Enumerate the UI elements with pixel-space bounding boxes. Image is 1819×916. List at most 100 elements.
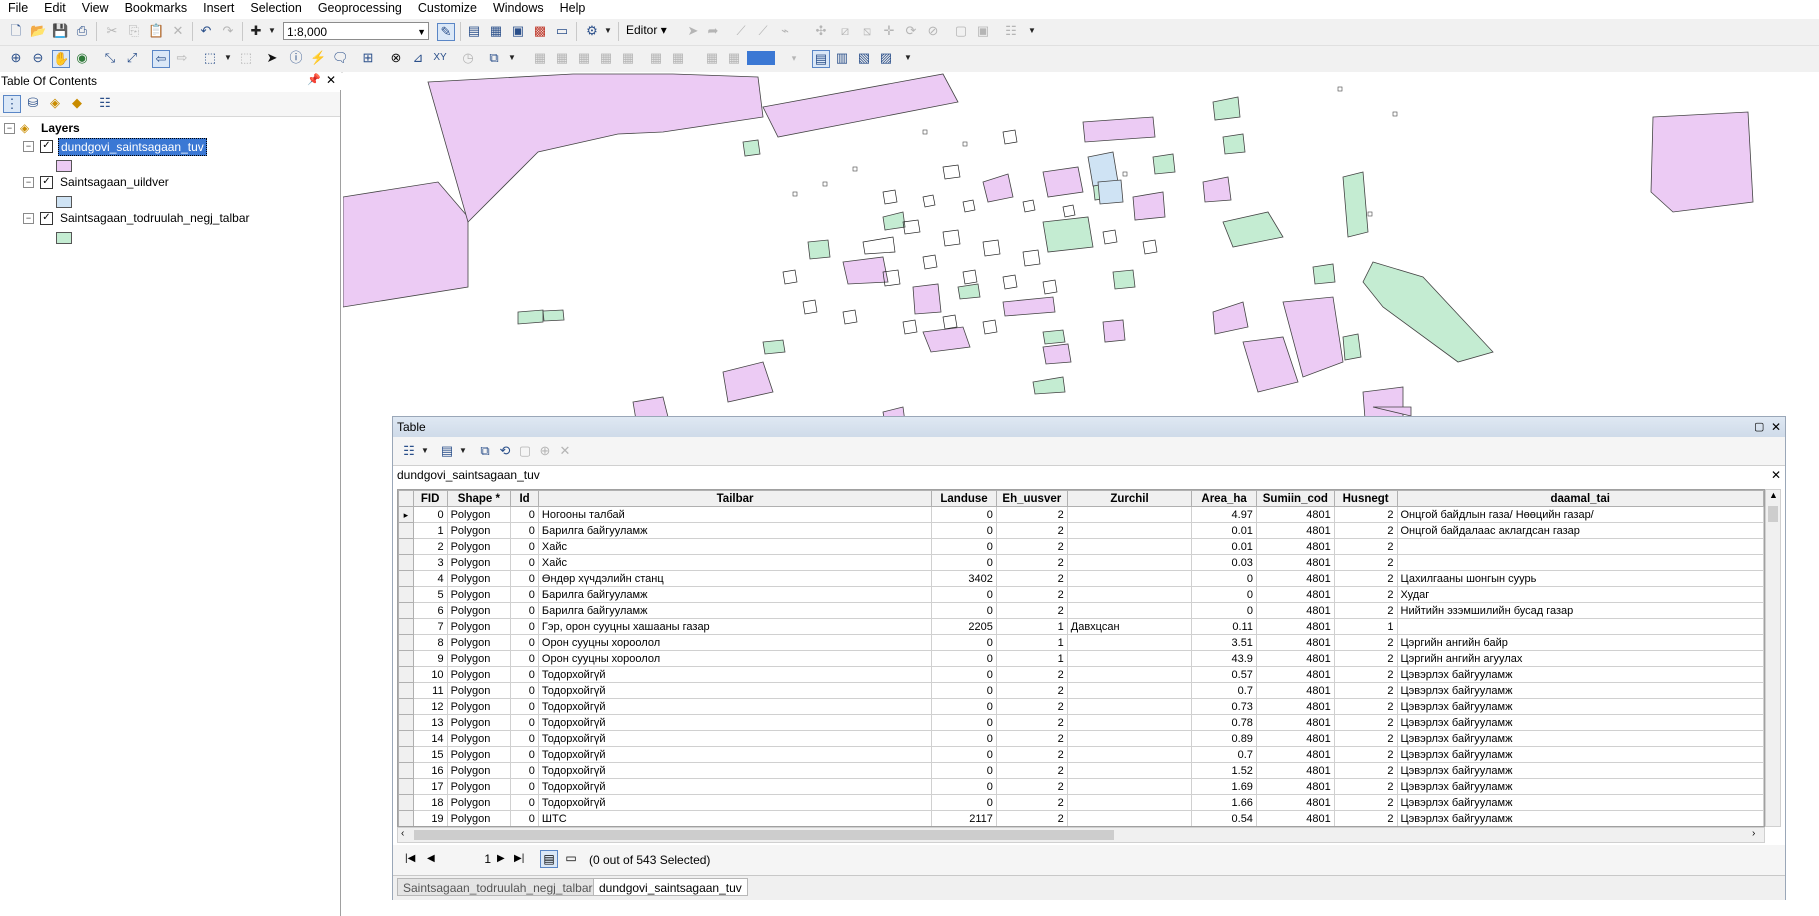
related-tables-icon[interactable]: ▤ [439, 443, 455, 459]
print-icon[interactable]: ⎙ [74, 23, 90, 39]
table-cell[interactable]: 0 [510, 618, 539, 635]
table-cell[interactable]: 0.7 [1191, 682, 1257, 699]
table-cell[interactable]: 4801 [1255, 714, 1335, 731]
table-cell[interactable]: Polygon [446, 746, 512, 763]
table-cell[interactable]: Polygon [446, 618, 512, 635]
table-cell[interactable]: 0.03 [1191, 554, 1257, 571]
toc-options-icon[interactable]: ☷ [97, 95, 113, 111]
table-cell[interactable]: 2 [1333, 714, 1398, 731]
table-cell[interactable]: 2 [995, 602, 1068, 619]
table-cell[interactable]: 0 [931, 554, 997, 571]
table-cell[interactable]: 2 [1333, 650, 1398, 667]
table-cell[interactable]: Polygon [446, 538, 512, 555]
create-features-icon[interactable]: ▣ [975, 23, 991, 39]
layer-visibility-checkbox[interactable]: ✓ [40, 176, 53, 189]
table-cell[interactable]: Тодорхойгүй [537, 714, 933, 731]
table-cell[interactable]: 0.01 [1191, 538, 1257, 555]
python-window-icon[interactable]: ▭ [554, 23, 570, 39]
toolbox-icon[interactable]: ▩ [532, 23, 548, 39]
attribute-grid[interactable]: FID Shape * Id Tailbar Landuse Eh_uusver… [397, 489, 1765, 827]
table-cell[interactable] [1066, 762, 1193, 779]
scale-dropdown-icon[interactable]: ▼ [417, 23, 426, 41]
table-row[interactable]: 8 Polygon 0 Орон сууцны хороолол 0 1 3.51 4801 2… [398, 634, 1764, 651]
scroll-up-icon[interactable]: ▲ [1769, 490, 1778, 500]
row-selector[interactable] [398, 682, 414, 699]
table-cell[interactable]: Polygon [446, 554, 512, 571]
table-row[interactable]: 4 Polygon 0 Өндөр хүчдэлийн станц 3402 2 0 4801… [398, 570, 1764, 587]
table-cell[interactable]: 2 [1333, 522, 1398, 539]
georef-tool-3-icon[interactable]: ▦ [576, 50, 592, 66]
georef-tool-5-icon[interactable]: ▦ [620, 50, 636, 66]
table-row[interactable]: 2 Polygon 0 Хайс 0 2 0.01 4801 2 [398, 538, 1764, 555]
catalog-window-icon[interactable]: ▤ [466, 23, 482, 39]
split-icon[interactable]: ✛ [881, 23, 897, 39]
table-cell[interactable] [1066, 746, 1193, 763]
table-cell[interactable]: Цэвэрлэх байгууламж [1396, 666, 1764, 683]
table-row[interactable]: 13 Polygon 0 Тодорхойгүй 0 2 0.78 4801 2 Цэвэрлэх… [398, 714, 1764, 731]
table-cell[interactable]: 4801 [1255, 778, 1335, 795]
table-cell[interactable]: Цэвэрлэх байгууламж [1396, 778, 1764, 795]
go-to-xy-icon[interactable]: XY [432, 50, 448, 66]
table-cell[interactable]: Цэвэрлэх байгууламж [1396, 698, 1764, 715]
table-cell[interactable]: 0 [931, 602, 997, 619]
table-cell[interactable]: 2 [1333, 538, 1398, 555]
table-row[interactable]: 17 Polygon 0 Тодорхойгүй 0 2 1.69 4801 2 Цэвэрлэх… [398, 778, 1764, 795]
table-cell[interactable]: 0 [510, 810, 539, 826]
print-preview-icon[interactable]: ▧ [856, 50, 872, 66]
table-cell[interactable]: Давхцсан [1066, 618, 1193, 635]
table-cell[interactable] [1066, 634, 1193, 651]
table-cell[interactable]: 10 [412, 666, 448, 683]
row-selector[interactable] [398, 714, 414, 731]
table-cell[interactable]: 4801 [1255, 666, 1335, 683]
table-cell[interactable]: Polygon [446, 730, 512, 747]
table-row[interactable]: 7 Polygon 0 Гэр, орон сууцны хашааны газар 2… [398, 618, 1764, 635]
menu-customize[interactable]: Customize [410, 0, 485, 16]
table-cell[interactable]: 2 [995, 810, 1068, 826]
table-cell[interactable]: 0 [510, 634, 539, 651]
page-setup-icon[interactable]: ▥ [834, 50, 850, 66]
table-cell[interactable]: 4801 [1255, 522, 1335, 539]
table-cell[interactable]: Polygon [446, 778, 512, 795]
table-cell[interactable]: 0.54 [1191, 810, 1257, 826]
table-cell[interactable]: 0.7 [1191, 746, 1257, 763]
delete-icon[interactable]: ✕ [170, 23, 186, 39]
last-record-icon[interactable]: ▶| [514, 853, 524, 864]
georef-tool-2-icon[interactable]: ▦ [554, 50, 570, 66]
table-cell[interactable]: 0 [931, 698, 997, 715]
menu-insert[interactable]: Insert [195, 0, 242, 16]
table-cell[interactable]: 4801 [1255, 682, 1335, 699]
table-cell[interactable]: 4801 [1255, 794, 1335, 811]
georef-tool-6-icon[interactable]: ▦ [648, 50, 664, 66]
list-by-selection-icon[interactable]: ◆ [69, 95, 85, 111]
table-cell[interactable]: 1.66 [1191, 794, 1257, 811]
table-cell[interactable]: Цэвэрлэх байгууламж [1396, 746, 1764, 763]
table-cell[interactable]: 17 [412, 778, 448, 795]
table-cell[interactable]: 14 [412, 730, 448, 747]
row-selector[interactable]: ▸ [398, 506, 414, 523]
hyperlink-icon[interactable]: 🗨 [332, 50, 349, 66]
table-cell[interactable]: Цэвэрлэх байгууламж [1396, 762, 1764, 779]
table-cell[interactable]: 0.01 [1191, 522, 1257, 539]
table-row[interactable]: 18 Polygon 0 Тодорхойгүй 0 2 1.66 4801 2 Цэвэрлэх… [398, 794, 1764, 811]
delete-selected-icon[interactable]: ✕ [557, 443, 573, 459]
georef-tool-4-icon[interactable]: ▦ [598, 50, 614, 66]
table-cell[interactable]: 0 [510, 570, 539, 587]
html-popup-icon[interactable]: ⚡ [310, 50, 326, 66]
column-header[interactable]: FID [412, 490, 448, 507]
table-cell[interactable]: 2 [1333, 794, 1398, 811]
find-icon[interactable]: ⊗ [388, 50, 404, 66]
menu-file[interactable]: File [0, 0, 36, 16]
table-cell[interactable]: 4801 [1255, 698, 1335, 715]
table-cell[interactable]: 4801 [1255, 650, 1335, 667]
table-cell[interactable]: 0 [931, 522, 997, 539]
find-route-icon[interactable]: ⊿ [410, 50, 426, 66]
menu-selection[interactable]: Selection [242, 0, 309, 16]
table-cell[interactable]: Цэргийн ангийн байр [1396, 634, 1764, 651]
model-builder-icon[interactable]: ⚙ [584, 23, 600, 39]
show-all-records-icon[interactable]: ▤ [540, 850, 558, 868]
table-cell[interactable]: 0 [412, 506, 448, 523]
column-header[interactable]: daamal_tai [1396, 490, 1764, 507]
table-cell[interactable] [1066, 570, 1193, 587]
select-dropdown-icon[interactable]: ▼ [220, 50, 236, 66]
table-cell[interactable]: Polygon [446, 682, 512, 699]
